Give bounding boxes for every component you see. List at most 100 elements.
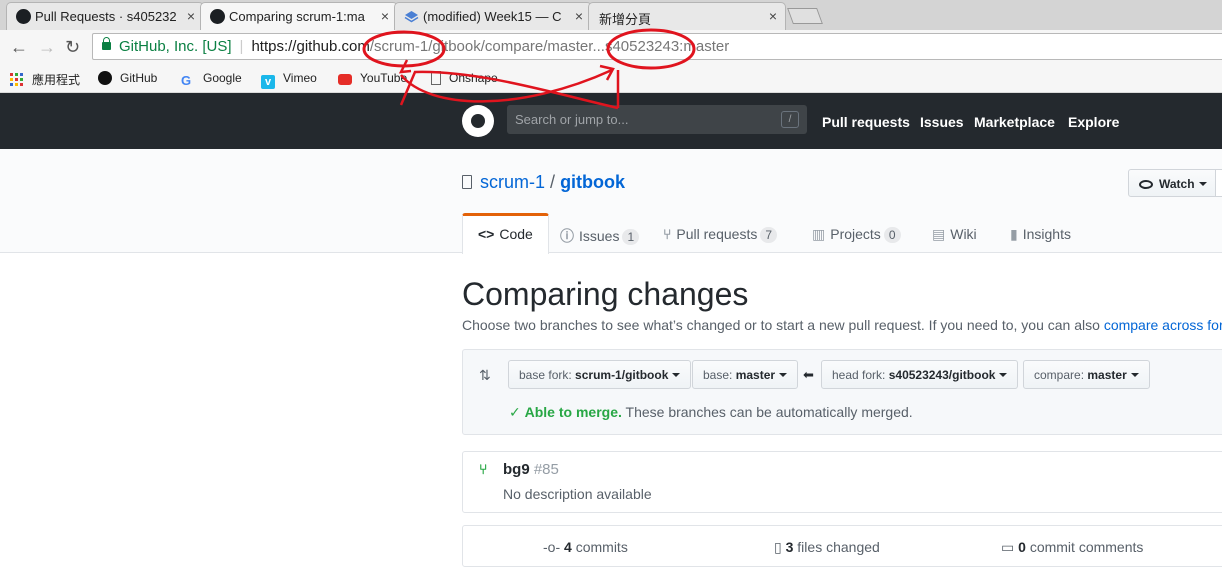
nav-marketplace[interactable]: Marketplace <box>974 114 1055 130</box>
issues-counter: 1 <box>622 229 640 245</box>
bookmark-apps[interactable]: 應用程式 <box>10 71 80 88</box>
google-icon: G <box>181 73 192 88</box>
base-fork-select[interactable]: base fork: scrum-1/gitbook <box>508 360 692 389</box>
tab-title: 新增分頁 <box>599 12 652 27</box>
page-title: Comparing changes <box>462 276 749 312</box>
eye-icon <box>1139 180 1153 189</box>
bookmark-label: YouTube <box>360 71 408 85</box>
bookmark-label: GitHub <box>120 71 158 85</box>
tab-label: Issues <box>579 228 620 244</box>
select-label: head fork: <box>832 368 886 382</box>
base-branch-select[interactable]: base: master <box>692 360 799 389</box>
files-summary[interactable]: ▯ 3 files changed <box>774 539 880 556</box>
compare-across-forks-link[interactable]: compare across forks <box>1104 317 1222 333</box>
head-fork-select[interactable]: head fork: s40523243/gitbook <box>821 360 1019 389</box>
file-diff-icon: ▯ <box>774 539 782 555</box>
bookmark-onshape[interactable]: Onshape <box>431 71 498 85</box>
repo-icon <box>462 175 472 189</box>
repo-path-separator: / <box>550 172 556 192</box>
pull-request-title: bg9 #85 <box>503 461 559 478</box>
pull-request-link[interactable]: bg9 <box>503 461 530 478</box>
github-logo-icon[interactable] <box>462 105 494 137</box>
comments-summary[interactable]: ▭ 0 commit comments <box>1001 539 1143 556</box>
tab-label: Code <box>499 226 533 242</box>
pull-request-icon: ⑂ <box>479 461 488 477</box>
chevron-down-icon <box>999 373 1008 377</box>
tab-code[interactable]: <> Code <box>462 213 549 254</box>
youtube-icon <box>338 74 352 85</box>
commits-label: commits <box>575 539 628 555</box>
chevron-down-icon <box>779 373 788 377</box>
apps-grid-icon <box>10 73 24 87</box>
close-tab-icon[interactable]: × <box>769 8 777 24</box>
close-tab-icon[interactable]: × <box>575 8 583 24</box>
compare-branch-select[interactable]: compare: master <box>1023 360 1150 389</box>
bookmarks-bar: 應用程式 GitHub G Google v Vimeo YouTube Onsha… <box>0 63 1222 93</box>
tab-title: (modified) Week15 — C <box>423 9 562 24</box>
select-label: compare: <box>1034 368 1085 382</box>
nav-explore[interactable]: Explore <box>1068 114 1119 130</box>
merge-status-text: These branches can be automatically merg… <box>625 404 913 420</box>
bookmark-github[interactable]: GitHub <box>98 71 157 85</box>
repo-nav: <> Code ⓘ Issues 1 ⑂ Pull requests 7 ▥ Project… <box>462 213 1222 254</box>
browser-tab-new[interactable]: 新增分頁 × <box>588 2 786 30</box>
watch-label: Watch <box>1159 177 1195 191</box>
new-tab-button[interactable] <box>787 8 823 24</box>
security-label: GitHub, Inc. [US] <box>119 38 232 55</box>
nav-pull-requests[interactable]: Pull requests <box>822 114 910 130</box>
close-tab-icon[interactable]: × <box>381 8 389 24</box>
repo-owner-link[interactable]: scrum-1 <box>480 172 545 192</box>
bookmark-youtube[interactable]: YouTube <box>338 71 407 85</box>
tab-label: Pull requests <box>676 226 758 242</box>
browser-tab-pull-requests[interactable]: Pull Requests · s405232 × <box>6 2 204 30</box>
layers-favicon-icon <box>404 9 419 24</box>
files-label: files changed <box>797 539 880 555</box>
tab-pull-requests[interactable]: ⑂ Pull requests 7 <box>663 213 778 253</box>
check-icon: ✓ <box>509 404 521 420</box>
bookmark-label: Onshape <box>449 71 498 85</box>
repo-name-link[interactable]: gitbook <box>560 172 625 192</box>
repo-title: scrum-1 / gitbook <box>462 172 625 193</box>
compare-summary: -o- 4 commits ▯ 3 files changed ▭ 0 comm… <box>462 525 1222 567</box>
commits-summary[interactable]: -o- 4 commits <box>543 539 628 555</box>
forward-arrow-icon[interactable]: → <box>38 37 56 58</box>
files-count: 3 <box>785 539 794 555</box>
tab-label: Projects <box>830 226 881 242</box>
bookmark-vimeo[interactable]: v Vimeo <box>261 71 317 89</box>
range-editor: ⇅ base fork: scrum-1/gitbook base: maste… <box>462 349 1222 435</box>
merge-status: ✓ Able to merge. These branches can be a… <box>509 404 913 421</box>
tab-insights[interactable]: ▮ Insights <box>1010 213 1071 253</box>
code-icon: <> <box>478 226 495 242</box>
close-tab-icon[interactable]: × <box>187 8 195 24</box>
graph-icon: ▮ <box>1010 226 1018 242</box>
browser-tab-week15[interactable]: (modified) Week15 — C × <box>394 2 592 30</box>
project-icon: ▥ <box>812 226 826 242</box>
tab-wiki[interactable]: ▤ Wiki <box>932 213 977 253</box>
comment-icon: ▭ <box>1001 539 1015 555</box>
reload-icon[interactable]: ↻ <box>65 37 80 58</box>
issue-icon: ⓘ <box>560 228 574 244</box>
tab-projects[interactable]: ▥ Projects 0 <box>812 213 901 253</box>
page-icon <box>431 71 441 85</box>
watch-button[interactable]: Watch <box>1128 169 1216 197</box>
search-input[interactable]: Search or jump to... / <box>507 105 807 134</box>
bookmark-google[interactable]: G Google <box>181 71 242 88</box>
select-label: base fork: <box>519 368 572 382</box>
tab-title: Comparing scrum-1:ma <box>229 9 365 24</box>
search-placeholder: Search or jump to... <box>515 112 629 127</box>
tab-issues[interactable]: ⓘ Issues 1 <box>560 213 640 253</box>
chevron-down-icon <box>1130 373 1139 377</box>
watch-count[interactable] <box>1215 169 1222 197</box>
browser-tab-comparing[interactable]: Comparing scrum-1:ma × <box>200 2 398 30</box>
lead-text: Choose two branches to see what’s change… <box>462 317 1100 333</box>
comments-label: commit comments <box>1029 539 1144 555</box>
back-arrow-icon[interactable]: ← <box>10 37 28 58</box>
browser-toolbar: ← → ↻ GitHub, Inc. [US] | https://github.c… <box>0 30 1222 63</box>
commits-count: 4 <box>564 539 572 555</box>
address-bar[interactable]: GitHub, Inc. [US] | https://github.com/scr… <box>92 33 1222 60</box>
compare-arrows-icon: ⇅ <box>479 367 491 383</box>
select-value: scrum-1/gitbook <box>575 368 669 382</box>
nav-issues[interactable]: Issues <box>920 114 964 130</box>
bookmark-label: 應用程式 <box>32 73 81 87</box>
github-favicon-icon <box>16 9 31 24</box>
